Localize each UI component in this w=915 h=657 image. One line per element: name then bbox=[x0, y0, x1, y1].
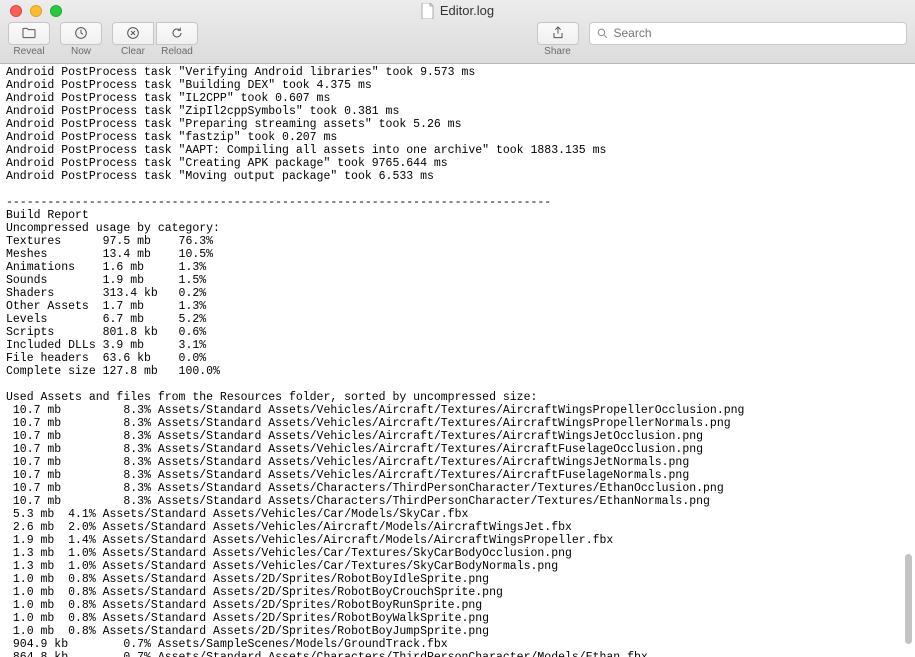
clear-label: Clear bbox=[121, 46, 145, 57]
document-icon bbox=[421, 3, 435, 19]
titlebar[interactable]: Editor.log bbox=[0, 0, 915, 22]
reveal-label: Reveal bbox=[13, 46, 44, 57]
clear-icon bbox=[125, 25, 141, 41]
reload-icon bbox=[169, 25, 185, 41]
share-button[interactable] bbox=[537, 22, 579, 45]
toolbar-share: Share bbox=[537, 22, 579, 57]
search-field[interactable] bbox=[589, 22, 908, 45]
toolbar: Reveal Now Clear Reload bbox=[0, 22, 915, 63]
reload-label: Reload bbox=[161, 46, 193, 57]
traffic-lights bbox=[0, 5, 62, 17]
toolbar-reveal: Reveal bbox=[8, 22, 50, 57]
window-title: Editor.log bbox=[0, 3, 915, 19]
minimize-button[interactable] bbox=[30, 5, 42, 17]
folder-icon bbox=[21, 25, 37, 41]
toolbar-now: Now bbox=[60, 22, 102, 57]
now-button[interactable] bbox=[60, 22, 102, 45]
share-label: Share bbox=[544, 46, 571, 57]
reload-button[interactable] bbox=[156, 22, 198, 45]
search-input[interactable] bbox=[614, 26, 901, 40]
window-title-text: Editor.log bbox=[440, 3, 494, 18]
window-chrome: Editor.log Reveal Now Clear bbox=[0, 0, 915, 64]
maximize-button[interactable] bbox=[50, 5, 62, 17]
close-button[interactable] bbox=[10, 5, 22, 17]
scrollbar[interactable] bbox=[899, 64, 913, 655]
now-label: Now bbox=[71, 46, 91, 57]
search-icon bbox=[596, 27, 609, 40]
clock-icon bbox=[73, 25, 89, 41]
log-content[interactable]: Android PostProcess task "Verifying Andr… bbox=[0, 64, 915, 657]
search-wrap bbox=[589, 22, 908, 45]
share-icon bbox=[550, 25, 566, 41]
scroll-thumb[interactable] bbox=[905, 554, 912, 644]
toolbar-clear-reload-group: Clear Reload bbox=[112, 22, 198, 57]
clear-button[interactable] bbox=[112, 22, 154, 45]
reveal-button[interactable] bbox=[8, 22, 50, 45]
